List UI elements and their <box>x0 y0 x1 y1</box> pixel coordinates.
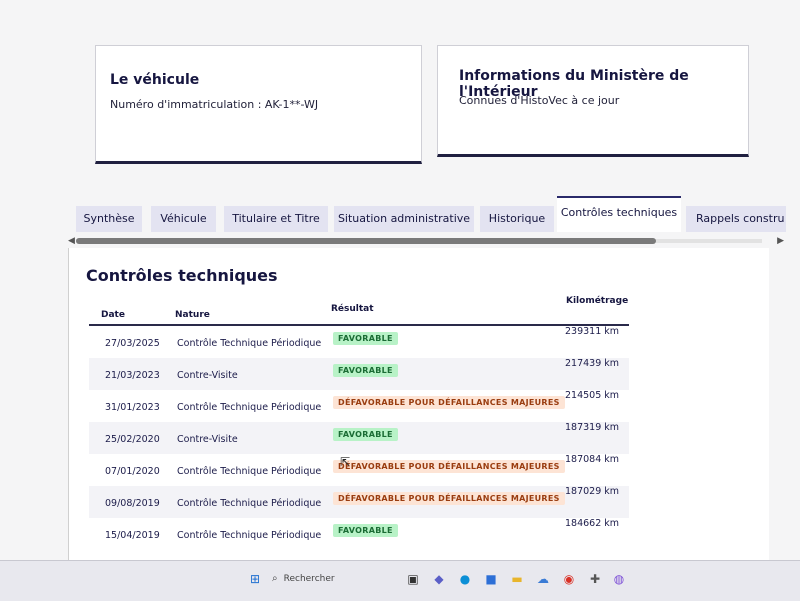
scroll-thumb[interactable] <box>76 238 656 244</box>
table-row: 07/01/2020 Contrôle Technique Périodique… <box>89 454 629 486</box>
table-row: 09/08/2019 Contrôle Technique Périodique… <box>89 486 629 518</box>
tab-situation-administrative[interactable]: Situation administrative <box>334 206 474 232</box>
table-row: 27/03/2025 Contrôle Technique Périodique… <box>89 326 629 358</box>
browser-page: Le véhicule Numéro d'immatriculation : A… <box>0 0 800 560</box>
row-result: FAVORABLE <box>333 428 398 441</box>
store-icon[interactable]: ■ <box>482 570 500 588</box>
table-header: Date Nature Résultat Kilométrage <box>89 292 629 326</box>
table-row: 31/01/2023 Contrôle Technique Périodique… <box>89 390 629 422</box>
app-icon[interactable]: ✚ <box>586 570 604 588</box>
row-nature: Contre-Visite <box>177 434 238 445</box>
row-nature: Contrôle Technique Périodique <box>177 530 322 541</box>
column-header-date: Date <box>101 310 125 320</box>
row-nature: Contre-Visite <box>177 370 238 381</box>
tab-titulaire-et-titre[interactable]: Titulaire et Titre <box>224 206 328 232</box>
edge-icon[interactable]: ● <box>456 570 474 588</box>
tab-synthese[interactable]: Synthèse <box>76 206 142 232</box>
mouse-cursor-icon: ⇱ <box>340 455 351 469</box>
row-date: 25/02/2020 <box>105 434 160 445</box>
row-nature: Contrôle Technique Périodique <box>177 338 322 349</box>
row-date: 15/04/2019 <box>105 530 160 541</box>
ministry-card-subtitle: Connues d'HistoVec à ce jour <box>459 94 620 107</box>
row-result: DÉFAVORABLE POUR DÉFAILLANCES MAJEURES <box>333 492 565 505</box>
row-date: 09/08/2019 <box>105 498 160 509</box>
tab-bar: Synthèse Véhicule Titulaire et Titre Sit… <box>76 196 786 236</box>
tabs-scrollbar[interactable]: ◀ ▶ <box>68 236 784 246</box>
row-km: 184662 km <box>565 518 620 529</box>
status-badge: DÉFAVORABLE POUR DÉFAILLANCES MAJEURES <box>333 396 565 409</box>
controles-table: Date Nature Résultat Kilométrage 27/03/2… <box>89 292 629 550</box>
status-badge: FAVORABLE <box>333 524 398 537</box>
vehicle-card: Le véhicule Numéro d'immatriculation : A… <box>95 45 422 164</box>
tab-historique[interactable]: Historique <box>480 206 554 232</box>
ministry-card: Informations du Ministère de l'Intérieur… <box>437 45 749 157</box>
row-result: FAVORABLE <box>333 332 398 345</box>
status-badge: FAVORABLE <box>333 364 398 377</box>
row-nature: Contrôle Technique Périodique <box>177 402 322 413</box>
status-badge: FAVORABLE <box>333 428 398 441</box>
row-km: 217439 km <box>565 358 620 369</box>
tab-rappels-constructeur[interactable]: Rappels constru <box>686 206 786 232</box>
table-row: 15/04/2019 Contrôle Technique Périodique… <box>89 518 629 550</box>
task-view-icon[interactable]: ▣ <box>404 570 422 588</box>
row-result: DÉFAVORABLE POUR DÉFAILLANCES MAJEURES <box>333 396 565 409</box>
tab-vehicule[interactable]: Véhicule <box>151 206 216 232</box>
column-header-nature: Nature <box>175 310 210 320</box>
table-row: 21/03/2023 Contre-Visite FAVORABLE 21743… <box>89 358 629 390</box>
column-header-result: Résultat <box>331 304 374 314</box>
row-nature: Contrôle Technique Périodique <box>177 466 322 477</box>
status-badge: DÉFAVORABLE POUR DÉFAILLANCES MAJEURES <box>333 460 565 473</box>
tab-controles-techniques[interactable]: Contrôles techniques <box>557 196 681 232</box>
row-date: 31/01/2023 <box>105 402 160 413</box>
row-date: 27/03/2025 <box>105 338 160 349</box>
status-badge: FAVORABLE <box>333 332 398 345</box>
row-result: FAVORABLE <box>333 524 398 537</box>
row-result: FAVORABLE <box>333 364 398 377</box>
plate-number: Numéro d'immatriculation : AK-1**-WJ <box>110 98 319 111</box>
chrome-icon[interactable]: ◉ <box>560 570 578 588</box>
file-explorer-icon[interactable]: ▬ <box>508 570 526 588</box>
row-km: 239311 km <box>565 326 620 337</box>
search-icon: ⌕ <box>272 573 278 584</box>
section-title: Contrôles techniques <box>86 266 278 285</box>
row-km: 187319 km <box>565 422 620 433</box>
column-header-km: Kilométrage <box>566 296 629 306</box>
search-label: Rechercher <box>283 574 335 584</box>
vehicle-card-title: Le véhicule <box>110 72 200 88</box>
scroll-right-arrow-icon[interactable]: ▶ <box>777 236 784 246</box>
row-result: DÉFAVORABLE POUR DÉFAILLANCES MAJEURES <box>333 460 565 473</box>
messenger-icon[interactable]: ◍ <box>610 570 628 588</box>
controles-panel: Contrôles techniques Date Nature Résulta… <box>68 248 769 560</box>
row-date: 07/01/2020 <box>105 466 160 477</box>
row-km: 187084 km <box>565 454 620 465</box>
table-body: 27/03/2025 Contrôle Technique Périodique… <box>89 326 629 550</box>
taskbar-search[interactable]: ⌕ Rechercher <box>272 568 392 590</box>
teams-icon[interactable]: ◆ <box>430 570 448 588</box>
row-km: 187029 km <box>565 486 620 497</box>
row-date: 21/03/2023 <box>105 370 160 381</box>
windows-start-icon[interactable]: ⊞ <box>246 570 264 588</box>
scroll-left-arrow-icon[interactable]: ◀ <box>68 236 75 246</box>
status-badge: DÉFAVORABLE POUR DÉFAILLANCES MAJEURES <box>333 492 565 505</box>
table-row: 25/02/2020 Contre-Visite FAVORABLE 18731… <box>89 422 629 454</box>
row-nature: Contrôle Technique Périodique <box>177 498 322 509</box>
weather-icon[interactable]: ☁ <box>534 570 552 588</box>
row-km: 214505 km <box>565 390 620 401</box>
taskbar: ⊞ ⌕ Rechercher ▣ ◆ ● ■ ▬ ☁ ◉ ✚ ◍ <box>0 560 800 601</box>
